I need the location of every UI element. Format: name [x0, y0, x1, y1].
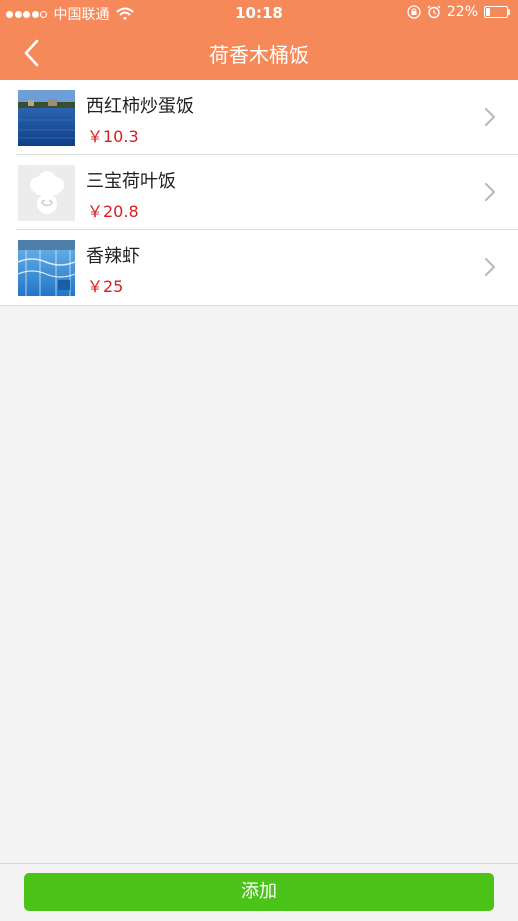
dish-name: 香辣虾 [86, 246, 140, 267]
chevron-right-icon [485, 183, 495, 201]
page-title: 荷香木桶饭 [209, 43, 309, 67]
app-header: 中国联通 10:18 22% 荷香木桶饭 [0, 0, 518, 80]
add-button[interactable]: 添加 [24, 873, 494, 911]
list-item[interactable]: 西红柿炒蛋饭 ￥10.3 [0, 80, 518, 155]
nav-bar: 荷香木桶饭 [0, 26, 518, 80]
dish-price: ￥25 [87, 277, 124, 296]
status-right: 22% [407, 4, 510, 20]
chevron-right-icon [485, 108, 495, 126]
status-bar: 中国联通 10:18 22% [0, 0, 518, 26]
battery-icon [484, 6, 510, 18]
dish-price: ￥20.8 [87, 202, 139, 221]
dish-name: 西红柿炒蛋饭 [86, 96, 194, 117]
orientation-lock-icon [407, 5, 421, 19]
chevron-right-icon [485, 258, 495, 276]
dish-list: 西红柿炒蛋饭 ￥10.3 三宝荷叶饭 ￥20.8 香辣虾 ￥25 [0, 80, 518, 306]
bottom-bar: 添加 [0, 863, 518, 921]
dish-name: 三宝荷叶饭 [86, 171, 176, 192]
dish-thumbnail-placeholder [18, 165, 75, 221]
alarm-icon [427, 5, 441, 19]
dish-thumbnail [18, 90, 75, 146]
battery-percent: 22% [446, 4, 478, 20]
list-item[interactable]: 三宝荷叶饭 ￥20.8 [0, 155, 518, 230]
dish-thumbnail [18, 240, 75, 296]
dish-price: ￥10.3 [87, 127, 139, 146]
list-item[interactable]: 香辣虾 ￥25 [0, 230, 518, 305]
